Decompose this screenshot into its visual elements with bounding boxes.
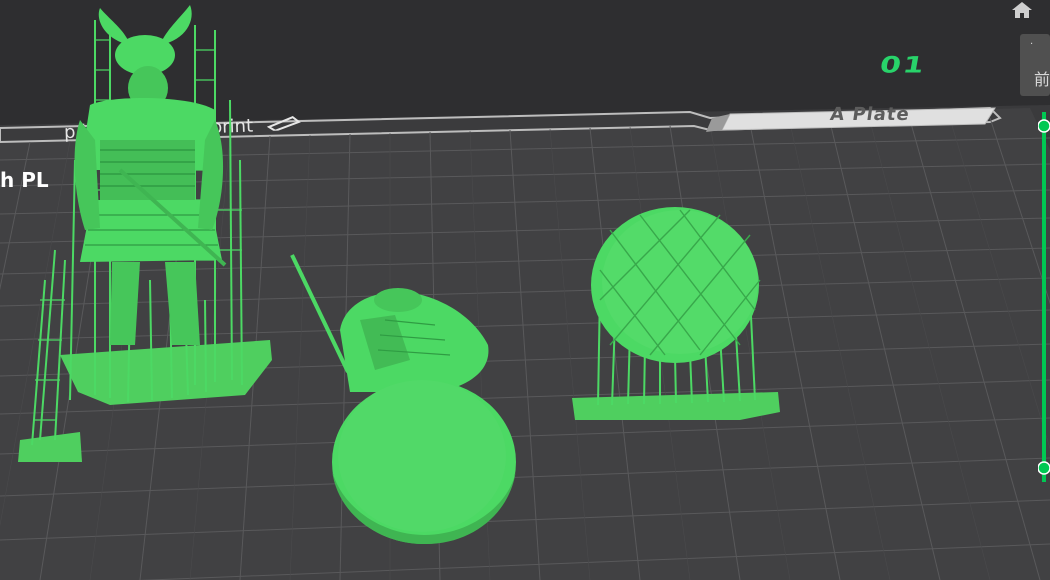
view-cube-front-label: 前 bbox=[1034, 70, 1050, 89]
layer-slider-bottom-handle[interactable] bbox=[1038, 461, 1050, 475]
layer-slider[interactable] bbox=[1038, 112, 1050, 482]
view-cube-top-label: . bbox=[1030, 36, 1034, 47]
home-icon[interactable] bbox=[1010, 0, 1034, 20]
plate-name-label[interactable]: A Plate bbox=[779, 104, 962, 125]
plate-number: 01 bbox=[877, 52, 929, 79]
pencil-icon[interactable] bbox=[266, 114, 301, 136]
filament-label: h PL bbox=[0, 168, 49, 192]
layer-slider-top-handle[interactable] bbox=[1038, 119, 1050, 133]
3d-viewport[interactable]: 01 A Plate p ly glue before print h PL bbox=[0, 0, 1050, 580]
